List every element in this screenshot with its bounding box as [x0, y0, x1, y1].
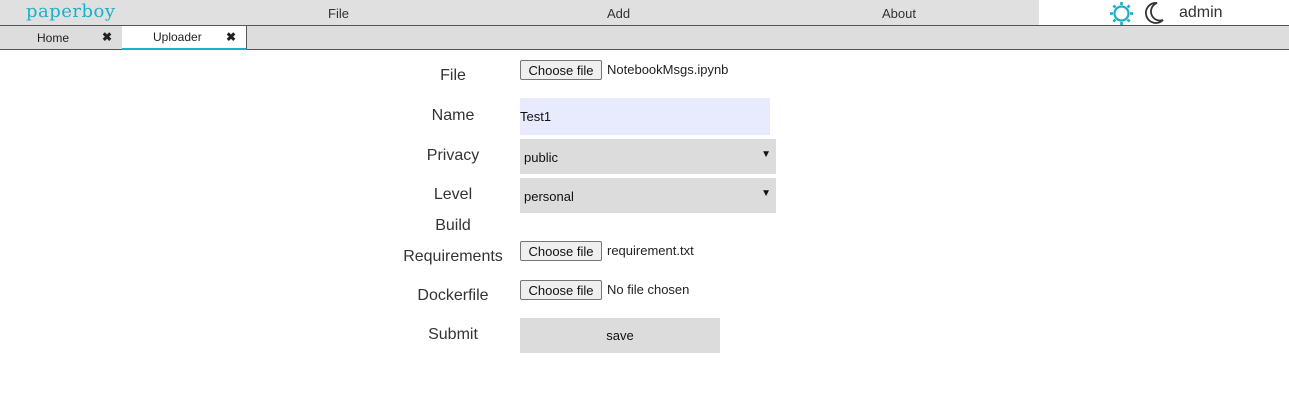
privacy-select[interactable]: public ▼ — [520, 139, 776, 174]
menu-add[interactable]: Add — [607, 6, 630, 21]
tab-uploader-close-icon[interactable]: ✖ — [226, 30, 236, 44]
tab-uploader-label: Uploader — [153, 30, 202, 44]
save-button[interactable]: save — [520, 318, 720, 353]
app-logo[interactable]: paperboy — [26, 1, 116, 22]
tab-home-close-icon[interactable]: ✖ — [102, 30, 112, 44]
moon-icon[interactable] — [1143, 1, 1165, 25]
privacy-label: Privacy — [426, 147, 480, 164]
file-label: File — [440, 67, 466, 84]
sun-icon[interactable] — [1109, 1, 1134, 26]
level-select-value: personal — [524, 189, 574, 204]
tab-uploader[interactable]: Uploader ✖ — [122, 26, 247, 50]
requirements-selected-name: requirement.txt — [607, 243, 694, 258]
requirements-choose-button[interactable]: Choose file — [520, 241, 602, 261]
name-input[interactable] — [520, 98, 770, 135]
dockerfile-selected-name: No file chosen — [607, 282, 690, 297]
chevron-down-icon: ▼ — [761, 149, 771, 160]
dockerfile-label: Dockerfile — [417, 287, 489, 304]
tab-bar: Home ✖ Uploader ✖ — [0, 26, 1289, 50]
menu-file[interactable]: File — [328, 6, 349, 21]
submit-label: Submit — [428, 326, 478, 343]
dockerfile-choose-button[interactable]: Choose file — [520, 280, 602, 300]
file-choose-button[interactable]: Choose file — [520, 60, 602, 80]
requirements-label: Requirements — [403, 248, 503, 265]
file-selected-name: NotebookMsgs.ipynb — [607, 62, 729, 77]
privacy-select-value: public — [524, 150, 558, 165]
name-label: Name — [431, 107, 475, 124]
chevron-down-icon: ▼ — [761, 188, 771, 199]
build-label: Build — [435, 217, 471, 234]
username[interactable]: admin — [1179, 4, 1223, 22]
level-label: Level — [433, 186, 473, 203]
level-select[interactable]: personal ▼ — [520, 178, 776, 213]
menu-about[interactable]: About — [882, 6, 916, 21]
tab-home[interactable]: Home ✖ — [0, 26, 121, 49]
tab-home-label: Home — [37, 31, 70, 45]
